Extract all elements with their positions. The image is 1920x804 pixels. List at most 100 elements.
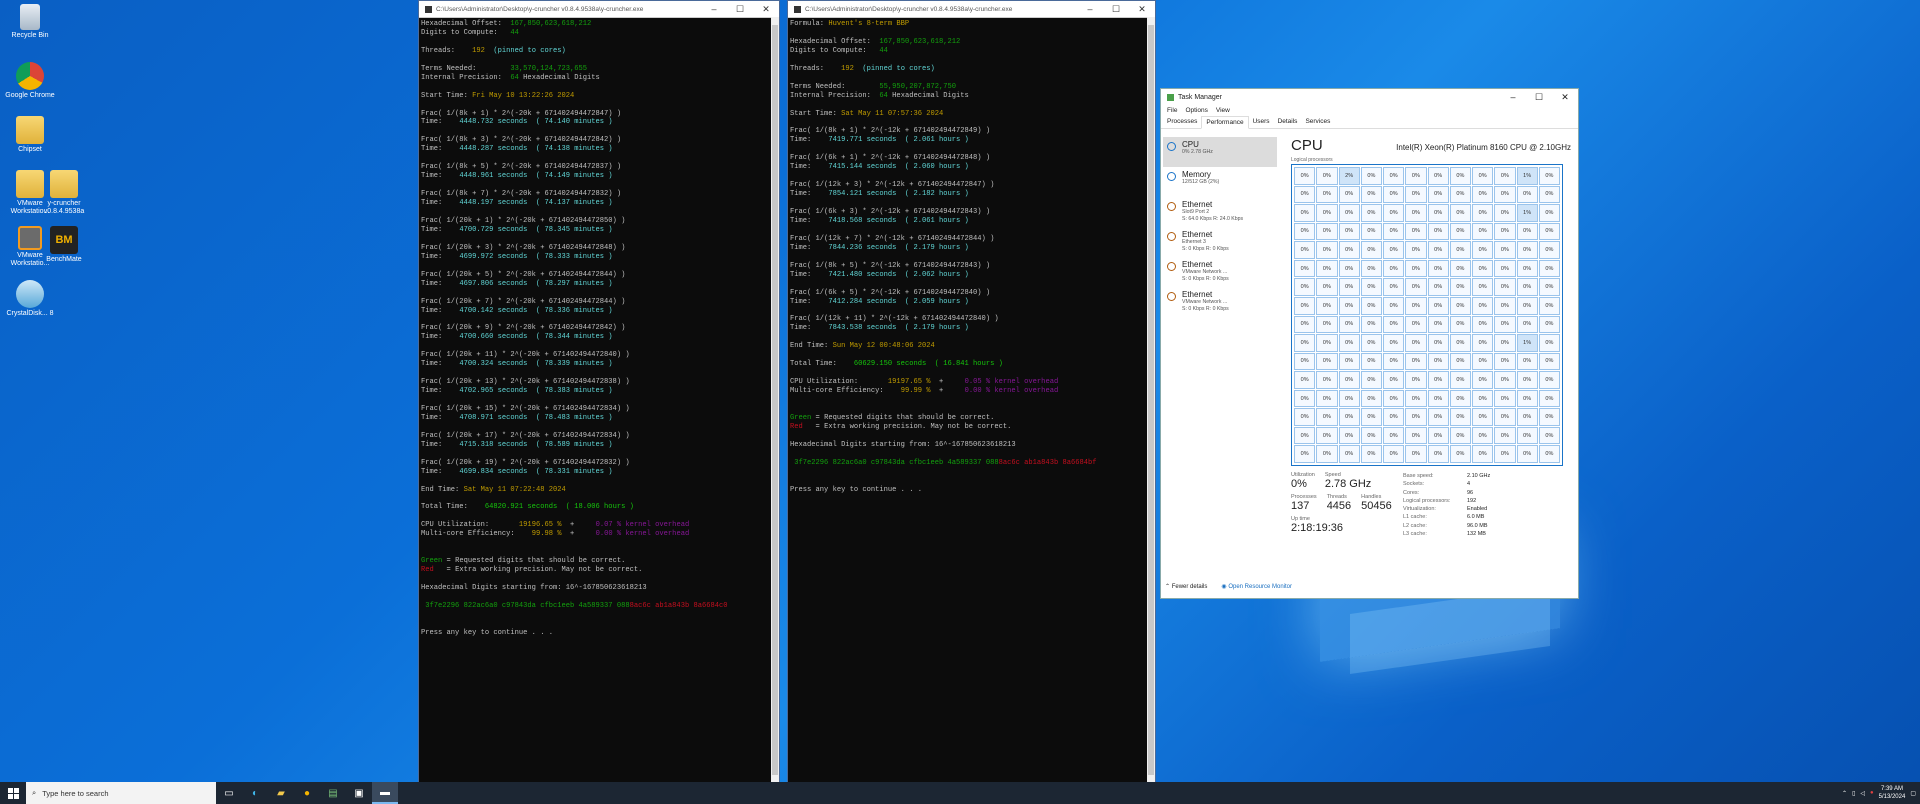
console-titlebar[interactable]: C:\Users\Administrator\Desktop\y-crunche… [419, 1, 779, 18]
console-output[interactable]: Hexadecimal Offset: 167,850,623,618,212 D… [419, 18, 779, 638]
taskbar-edge[interactable]: ◐ [242, 782, 268, 804]
console-text: Digits to Compute: [790, 46, 880, 55]
tab-performance[interactable]: Performance [1201, 116, 1249, 129]
resource-ethernet[interactable]: Ethernet Slot9 Port 2 S: 64.0 Kbps R: 24… [1163, 197, 1277, 227]
open-resource-monitor-link[interactable]: ◉ Open Resource Monitor [1221, 583, 1292, 590]
taskbar-console[interactable]: ▬ [372, 782, 398, 804]
logical-processor-cell: 0% [1516, 296, 1538, 315]
resource-throughput: S: 64.0 Kbps R: 24.0 Kbps [1182, 215, 1244, 222]
warning-icon[interactable]: ● [1870, 790, 1874, 796]
console-text: Multi-core Efficiency: [421, 530, 532, 539]
tab-details[interactable]: Details [1274, 116, 1302, 128]
desktop-icon-crystaldisk[interactable]: CrystalDisk... 8 [0, 280, 60, 318]
logical-processor-cell: 0% [1516, 259, 1538, 278]
console-line: Time: 7415.144 seconds ( 2.060 hours ) [790, 163, 1155, 172]
console-line: Frac( 1/(8k + 5) * 2^(-20k + 67140249447… [421, 163, 779, 172]
console-line: Time: 4708.971 seconds ( 78.483 minutes … [421, 414, 779, 423]
desktop-icon-benchmate[interactable]: BM BenchMate [34, 226, 94, 264]
task-manager-titlebar[interactable]: Task Manager – ☐ ✕ [1161, 89, 1578, 105]
console-titlebar[interactable]: C:\Users\Administrator\Desktop\y-crunche… [788, 1, 1155, 18]
desktop-icon-y-cruncher[interactable]: y-cruncher v0.8.4.9538a [34, 170, 94, 216]
minimize-button[interactable]: – [701, 1, 727, 17]
logical-processor-cell: 0% [1427, 241, 1449, 259]
clock-time: 7:39 AM [1880, 786, 1903, 792]
taskbar-search[interactable]: ⌕ Type here to search [26, 782, 216, 804]
cpu-stats: Utilization 0% Speed 2.78 GHz Processes 137… [1291, 472, 1571, 538]
logical-processor-cell: 0% [1360, 334, 1382, 352]
resource-memory[interactable]: Memory 12/512 GB (2%) [1163, 167, 1277, 197]
console-text: Frac( 1/(8k + 1) * 2^(-12k + 67140249447… [790, 127, 991, 136]
desktop-icon-chrome[interactable]: Google Chrome [0, 62, 60, 100]
resource-ethernet[interactable]: Ethernet VMware Network ... S: 0 Kbps R:… [1163, 257, 1277, 287]
logical-processor-cell: 0% [1538, 278, 1560, 296]
console-line: Time: 4700.324 seconds ( 78.339 minutes … [421, 360, 779, 369]
desktop-icon-label: Recycle Bin [11, 32, 49, 39]
vertical-scrollbar[interactable] [1147, 17, 1155, 783]
logical-processor-cell: 0% [1360, 241, 1382, 259]
menu-view[interactable]: View [1216, 107, 1230, 114]
resource-ethernet[interactable]: Ethernet Ethernet 3 S: 0 Kbps R: 0 Kbps [1163, 227, 1277, 257]
folder-icon: ▰ [277, 787, 285, 799]
task-manager-window[interactable]: Task Manager – ☐ ✕ File Options View Pro… [1160, 88, 1579, 599]
taskbar: ⌕ Type here to search ▭ ◐ ▰ ● ▤ ▣ ▬ ⌃ ▯ … [0, 782, 1920, 804]
maximize-button[interactable]: ☐ [1526, 89, 1552, 105]
console-text: 7854.121 seconds ( 2.182 hours ) [828, 190, 969, 199]
tab-processes[interactable]: Processes [1163, 116, 1201, 128]
scrollbar-thumb[interactable] [1148, 25, 1154, 775]
minimize-button[interactable]: – [1500, 89, 1526, 105]
menu-options[interactable]: Options [1185, 107, 1207, 114]
logical-processor-cell: 0% [1472, 296, 1494, 315]
task-view-button[interactable]: ▭ [216, 782, 242, 804]
logical-processor-cell: 0% [1360, 278, 1382, 296]
tab-services[interactable]: Services [1301, 116, 1334, 128]
console-output[interactable]: Formula: Huvent's 8-term BBP Hexadecimal… [788, 18, 1155, 495]
console-text: 4715.318 seconds ( 78.589 minutes ) [459, 440, 613, 449]
console-line: Frac( 1/(8k + 1) * 2^(-20k + 67140249447… [421, 110, 779, 119]
taskbar-app[interactable]: ▣ [346, 782, 372, 804]
spec-label: Sockets: [1403, 481, 1425, 488]
chevron-up-icon[interactable]: ⌃ [1842, 790, 1847, 797]
console-text: Press any key to continue . . . [421, 628, 553, 637]
close-button[interactable]: ✕ [1552, 89, 1578, 105]
resource-cpu[interactable]: CPU 0% 2.78 GHz [1163, 137, 1277, 167]
desktop-icon-recycle-bin[interactable]: Recycle Bin [0, 4, 60, 40]
console-window-1[interactable]: C:\Users\Administrator\Desktop\y-crunche… [418, 0, 780, 784]
console-text: 19196.65 % [518, 521, 562, 530]
maximize-button[interactable]: ☐ [727, 1, 753, 17]
minimize-button[interactable]: – [1077, 1, 1103, 17]
resource-name: Ethernet [1182, 260, 1213, 269]
vertical-scrollbar[interactable] [771, 17, 779, 783]
console-text: 4699.834 seconds ( 78.331 minutes ) [459, 467, 613, 476]
volume-icon[interactable]: ◁ [1860, 790, 1865, 797]
console-line: Frac( 1/(8k + 7) * 2^(-20k + 67140249447… [421, 190, 779, 199]
resource-ethernet[interactable]: Ethernet VMware Network ... S: 0 Kbps R:… [1163, 287, 1277, 317]
taskbar-file-explorer[interactable]: ▰ [268, 782, 294, 804]
resource-detail: 12/512 GB (2%) [1182, 179, 1220, 185]
close-button[interactable]: ✕ [753, 1, 779, 17]
fewer-details-button[interactable]: ⌃ Fewer details [1165, 583, 1207, 590]
console-text: Frac( 1/(6k + 3) * 2^(-12k + 67140249447… [790, 208, 991, 217]
logical-processor-grid[interactable]: 0% 0% 2% 0% 0% 0% 0% 0% 0% 0% 1% 0% 0% 0% 0% 0% 0% 0% 0% 0%… [1291, 164, 1563, 466]
taskbar-task-manager[interactable]: ▤ [320, 782, 346, 804]
desktop-icon-chipset[interactable]: Chipset [0, 116, 60, 154]
console-text: Fri May 10 13:22:26 2024 [472, 91, 575, 100]
scrollbar-thumb[interactable] [772, 25, 778, 775]
tab-users[interactable]: Users [1249, 116, 1274, 128]
close-button[interactable]: ✕ [1129, 1, 1155, 17]
taskbar-chrome[interactable]: ● [294, 782, 320, 804]
network-icon[interactable]: ▯ [1852, 790, 1855, 797]
maximize-button[interactable]: ☐ [1103, 1, 1129, 17]
notifications-icon[interactable]: ▢ [1910, 790, 1916, 797]
logical-processor-cell: 0% [1538, 334, 1560, 352]
clock[interactable]: 7:39 AM 5/13/2024 [1879, 785, 1906, 801]
menu-file[interactable]: File [1167, 107, 1177, 114]
logical-processor-cell: 0% [1427, 185, 1449, 204]
console-window-2[interactable]: C:\Users\Administrator\Desktop\y-crunche… [787, 0, 1156, 784]
start-button[interactable] [0, 782, 26, 804]
